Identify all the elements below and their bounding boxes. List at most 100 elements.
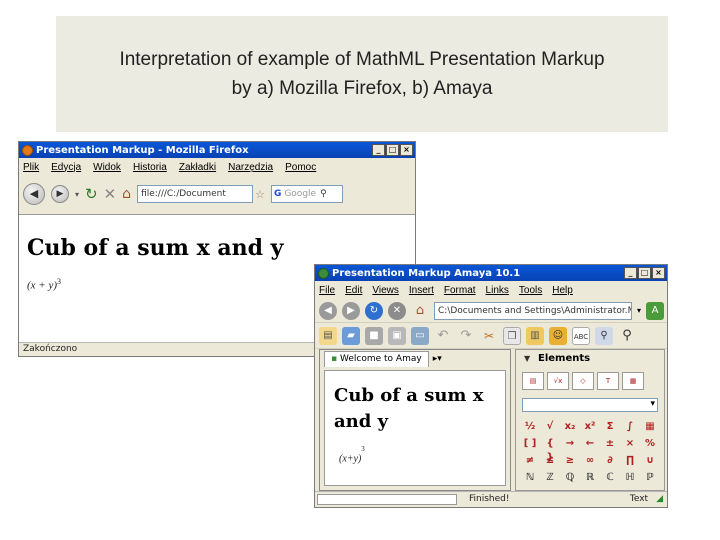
spellcheck-icon[interactable]: ABC: [572, 326, 590, 345]
close-button[interactable]: ×: [652, 267, 665, 279]
firefox-titlebar[interactable]: Presentation Markup - Mozilla Firefox _ …: [19, 142, 415, 158]
tab-label: Welcome to Amay: [339, 354, 422, 364]
zoom-icon[interactable]: ⚲: [595, 326, 613, 345]
maximize-button[interactable]: □: [638, 267, 651, 279]
url-dropdown-icon[interactable]: ▾: [637, 306, 641, 315]
save-icon[interactable]: ■: [365, 326, 383, 345]
elements-panel: Elements ▤ √x ◇ T ▦ ½ √ x₂ x² Σ ∫ ▦ [ ] …: [515, 349, 665, 491]
search-icon[interactable]: ⚲: [320, 189, 327, 199]
menu-edit[interactable]: Edit: [345, 285, 362, 296]
menu-file[interactable]: File: [319, 285, 335, 296]
stop-icon[interactable]: ✕: [104, 185, 117, 203]
union-icon[interactable]: ∪: [642, 454, 658, 468]
rationals-icon[interactable]: ℚ: [562, 471, 578, 485]
arrow-right-icon[interactable]: →: [562, 437, 578, 451]
reals-icon[interactable]: ℝ: [582, 471, 598, 485]
integers-icon[interactable]: ℤ: [542, 471, 558, 485]
menu-historia[interactable]: Historia: [133, 162, 167, 173]
menu-pomoc[interactable]: Pomoc: [285, 162, 316, 173]
menu-tools[interactable]: Tools: [519, 285, 542, 296]
xml-elements-tab[interactable]: ▦: [622, 372, 644, 390]
amaya-go-icon[interactable]: A: [646, 301, 665, 320]
menu-views[interactable]: Views: [372, 285, 399, 296]
elements-panel-title[interactable]: Elements: [516, 350, 664, 368]
menu-format[interactable]: Format: [444, 285, 476, 296]
reload-icon[interactable]: ↻: [85, 185, 98, 203]
naturals-icon[interactable]: ℕ: [522, 471, 538, 485]
cut-icon[interactable]: ✂: [480, 327, 498, 345]
bookmark-star-icon[interactable]: ☆: [255, 188, 265, 201]
matrix-icon[interactable]: ▦: [642, 420, 658, 434]
open-folder-icon[interactable]: ▰: [342, 326, 360, 345]
amaya-logo-icon: [318, 267, 329, 279]
resize-grip-icon[interactable]: ◢: [656, 493, 663, 506]
menu-links[interactable]: Links: [486, 285, 509, 296]
home-icon[interactable]: ⌂: [411, 302, 429, 320]
tab-scroll-icon[interactable]: ▸▾: [433, 354, 442, 364]
paste-icon[interactable]: ▥: [526, 326, 544, 345]
complex-icon[interactable]: ℂ: [602, 471, 618, 485]
menu-zakladki[interactable]: Zakładki: [179, 162, 216, 173]
find-icon[interactable]: ⚲: [618, 327, 636, 345]
greater-equal-icon[interactable]: ≥: [562, 454, 578, 468]
close-button[interactable]: ×: [400, 144, 413, 156]
formula-base: (x+y): [339, 453, 362, 465]
dropdown-chevron-icon[interactable]: ▾: [75, 190, 79, 199]
save-as-icon[interactable]: ▣: [388, 326, 406, 345]
back-arrow-icon[interactable]: ◀: [23, 183, 45, 205]
new-document-icon[interactable]: ▤: [319, 326, 337, 345]
forward-arrow-icon[interactable]: ▶: [342, 301, 360, 320]
brace-icon[interactable]: { }: [542, 437, 558, 463]
tab-welcome[interactable]: ▪ Welcome to Amay: [324, 351, 429, 367]
bracket-icon[interactable]: [ ]: [522, 437, 538, 451]
amaya-navbar: ◀ ▶ ↻ ✕ ⌂ C:\Documents and Settings\Admi…: [315, 299, 667, 323]
elements-dropdown[interactable]: [522, 398, 658, 412]
url-field[interactable]: file:///C:/Document: [137, 185, 254, 203]
redo-icon[interactable]: ↷: [457, 327, 475, 345]
product-icon[interactable]: ∏: [622, 454, 638, 468]
fraction-icon[interactable]: ½: [522, 420, 538, 434]
menu-widok[interactable]: Widok: [93, 162, 121, 173]
quaternions-icon[interactable]: ℍ: [622, 471, 638, 485]
percent-icon[interactable]: %: [642, 437, 658, 451]
svg-elements-tab[interactable]: ◇: [572, 372, 594, 390]
menu-narzedzia[interactable]: Narzędzia: [228, 162, 273, 173]
minimize-button[interactable]: _: [624, 267, 637, 279]
superscript-icon[interactable]: x²: [582, 420, 598, 434]
arrow-left-icon[interactable]: ←: [582, 437, 598, 451]
less-equal-icon[interactable]: ≤: [542, 454, 558, 468]
amaya-titlebar[interactable]: Presentation Markup Amaya 10.1 _ □ ×: [315, 265, 667, 281]
root-icon[interactable]: √: [542, 420, 558, 434]
page-heading: Cub of a sum x and y: [27, 235, 284, 261]
menu-edycja[interactable]: Edycja: [51, 162, 81, 173]
minimize-button[interactable]: _: [372, 144, 385, 156]
home-icon[interactable]: ⌂: [122, 186, 131, 202]
html-elements-tab[interactable]: ▤: [522, 372, 544, 390]
stop-icon[interactable]: ✕: [388, 301, 406, 320]
partial-icon[interactable]: ∂: [602, 454, 618, 468]
menu-help[interactable]: Help: [552, 285, 573, 296]
times-icon[interactable]: ×: [622, 437, 638, 451]
undo-icon[interactable]: ↶: [434, 327, 452, 345]
plus-minus-icon[interactable]: ±: [602, 437, 618, 451]
amaya-page-area[interactable]: Cub of a sum x and y (x+y)3: [324, 370, 506, 486]
forward-arrow-icon[interactable]: ▶: [51, 185, 69, 203]
back-arrow-icon[interactable]: ◀: [319, 301, 337, 320]
search-field[interactable]: G Google ⚲: [270, 185, 343, 203]
not-equal-icon[interactable]: ≠: [522, 454, 538, 468]
maximize-button[interactable]: □: [386, 144, 399, 156]
menu-plik[interactable]: Plik: [23, 162, 39, 173]
annotate-icon[interactable]: ☺: [549, 326, 567, 345]
sum-icon[interactable]: Σ: [602, 420, 618, 434]
url-field[interactable]: C:\Documents and Settings\Administrator.…: [434, 301, 632, 320]
integral-icon[interactable]: ∫: [622, 420, 638, 434]
reload-icon[interactable]: ↻: [365, 301, 383, 320]
primes-icon[interactable]: ℙ: [642, 471, 658, 485]
math-elements-tab[interactable]: √x: [547, 372, 569, 390]
menu-insert[interactable]: Insert: [409, 285, 434, 296]
template-elements-tab[interactable]: T: [597, 372, 619, 390]
print-icon[interactable]: ▭: [411, 326, 429, 345]
infinity-icon[interactable]: ∞: [582, 454, 598, 468]
copy-icon[interactable]: ❐: [503, 326, 521, 345]
subscript-icon[interactable]: x₂: [562, 420, 578, 434]
